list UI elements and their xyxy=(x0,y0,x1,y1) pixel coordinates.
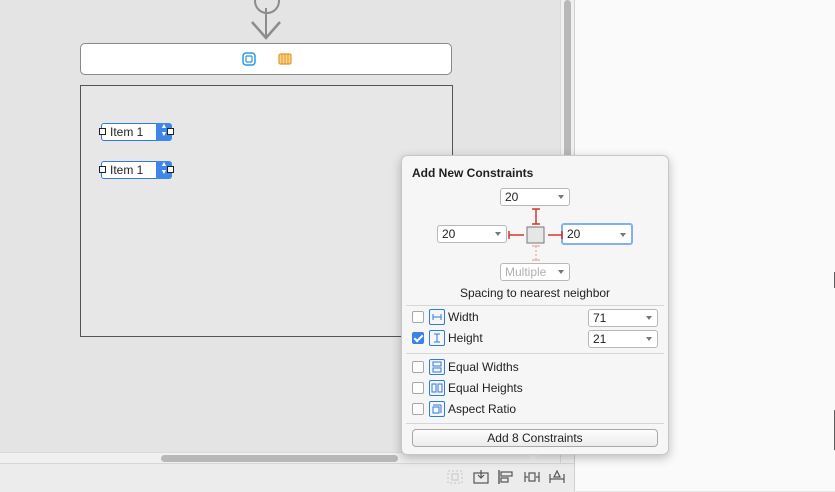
horizontal-scroll-thumb[interactable] xyxy=(161,455,398,462)
bottom-spacing-combo[interactable]: Multiple xyxy=(500,263,570,281)
height-checkbox[interactable] xyxy=(412,332,424,344)
resize-handle-right[interactable] xyxy=(167,128,174,135)
top-spacing-combo[interactable]: 20 xyxy=(500,188,570,206)
right-spacing-value: 20 xyxy=(567,227,581,241)
right-spacing-combo[interactable]: 20 xyxy=(561,223,633,245)
stepper-label: Item 1 xyxy=(110,163,144,177)
chevron-down-icon[interactable] xyxy=(495,232,501,236)
stepper-label: Item 1 xyxy=(110,125,144,139)
width-row[interactable]: Width 71 xyxy=(412,309,662,327)
align-icon[interactable] xyxy=(498,470,514,484)
selected-view-box-icon xyxy=(526,226,545,244)
item-stepper-1[interactable]: Item 1 ▲ ▼ xyxy=(99,123,174,141)
add-constraints-popover: Add New Constraints 20 20 20 Multiple Sp… xyxy=(401,155,669,455)
resize-handle-right[interactable] xyxy=(167,166,174,173)
width-constraint-icon xyxy=(429,309,445,325)
left-spacing-combo[interactable]: 20 xyxy=(437,225,507,243)
view-controller-icon[interactable] xyxy=(242,52,256,66)
item-stepper-2[interactable]: Item 1 ▲ ▼ xyxy=(99,161,174,179)
height-row[interactable]: Height 21 xyxy=(412,330,662,348)
add-constraints-button[interactable]: Add 8 Constraints xyxy=(412,429,658,447)
resize-handle-left[interactable] xyxy=(99,128,106,135)
stepper-field[interactable]: Item 1 xyxy=(101,123,157,141)
chevron-down-icon[interactable] xyxy=(620,233,626,237)
resolve-issues-icon[interactable] xyxy=(549,470,565,484)
width-value-combo[interactable]: 71 xyxy=(588,309,658,327)
first-responder-icon[interactable] xyxy=(278,52,292,66)
equal-widths-row[interactable]: Equal Widths xyxy=(412,359,662,377)
chevron-down-icon[interactable] xyxy=(646,337,652,341)
aspect-ratio-label: Aspect Ratio xyxy=(448,402,517,416)
left-spacing-value: 20 xyxy=(442,227,456,241)
separator xyxy=(406,305,664,306)
width-label: Width xyxy=(448,310,479,324)
equal-heights-row[interactable]: Equal Heights xyxy=(412,380,662,398)
embed-in-stack-icon[interactable] xyxy=(473,470,489,484)
add-constraints-icon[interactable] xyxy=(524,470,540,484)
equal-heights-icon xyxy=(429,380,445,396)
height-value-combo[interactable]: 21 xyxy=(588,330,658,348)
aspect-ratio-icon xyxy=(429,401,445,417)
equal-widths-checkbox[interactable] xyxy=(412,361,424,373)
separator xyxy=(406,353,664,354)
equal-widths-icon xyxy=(429,359,445,375)
spacing-constraint-diagram[interactable] xyxy=(507,207,565,263)
equal-widths-label: Equal Widths xyxy=(448,360,519,374)
segue-arrow-icon xyxy=(251,21,281,40)
spacing-caption: Spacing to nearest neighbor xyxy=(459,286,611,300)
height-label: Height xyxy=(448,331,483,345)
aspect-ratio-row[interactable]: Aspect Ratio xyxy=(412,401,662,419)
equal-heights-checkbox[interactable] xyxy=(412,382,424,394)
equal-heights-label: Equal Heights xyxy=(448,381,523,395)
vertical-scroll-thumb[interactable] xyxy=(564,0,571,158)
height-constraint-icon xyxy=(429,330,445,346)
width-value: 71 xyxy=(593,311,607,325)
top-spacing-value: 20 xyxy=(505,190,519,204)
separator xyxy=(406,423,664,424)
segue-origin-icon xyxy=(254,0,280,14)
chevron-down-icon[interactable] xyxy=(646,316,652,320)
resize-handle-left[interactable] xyxy=(99,166,106,173)
aspect-ratio-checkbox[interactable] xyxy=(412,403,424,415)
height-value: 21 xyxy=(593,332,607,346)
stepper-field[interactable]: Item 1 xyxy=(101,161,157,179)
scene-dock[interactable] xyxy=(80,43,452,75)
update-frames-icon[interactable] xyxy=(447,470,463,484)
popover-title: Add New Constraints xyxy=(412,166,534,180)
bottom-spacing-value: Multiple xyxy=(505,265,547,279)
chevron-down-icon[interactable] xyxy=(558,195,564,199)
width-checkbox[interactable] xyxy=(412,311,424,323)
chevron-down-icon[interactable] xyxy=(558,270,564,274)
